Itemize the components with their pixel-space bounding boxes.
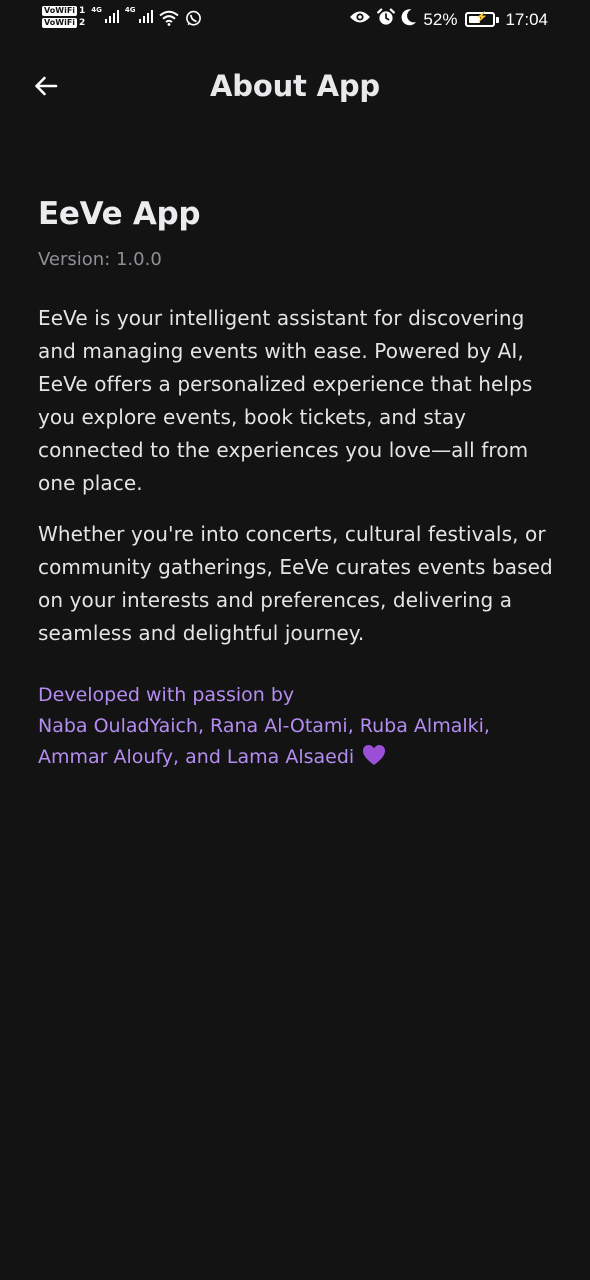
battery-percent: 52% — [423, 9, 458, 29]
battery-tip — [496, 16, 500, 23]
moon-icon — [401, 8, 417, 31]
app-name: EeVe App — [38, 196, 201, 232]
sim-number: 2 — [79, 18, 86, 28]
sim-2: VoWiFi 2 — [42, 18, 85, 28]
description-paragraph-1: EeVe is your intelligent assistant for d… — [38, 306, 533, 495]
clock-time: 17:04 — [505, 9, 548, 29]
app-bar: About App — [0, 60, 590, 116]
network-type: 4G — [91, 6, 102, 14]
wifi-icon — [158, 10, 179, 30]
purple-heart-icon — [362, 744, 386, 776]
description-paragraph-2: Whether you're into concerts, cultural f… — [38, 522, 553, 645]
credits-intro: Developed with passion by — [38, 684, 295, 706]
eye-icon — [349, 9, 371, 30]
status-bar-left: VoWiFi 1 VoWiFi 2 4G 4G — [42, 6, 202, 31]
alarm-icon — [377, 8, 396, 31]
credits-names-1: Naba OuladYaich, Rana Al-Otami, Ruba Alm… — [38, 715, 490, 737]
status-bar: VoWiFi 1 VoWiFi 2 4G 4G 52% ⚡ 17:04 — [0, 0, 590, 40]
app-version: Version: 1.0.0 — [38, 249, 162, 270]
signal-strength-icon: 4G — [91, 6, 119, 23]
signal-strength-icon: 4G — [125, 6, 153, 23]
charging-bolt-icon: ⚡ — [475, 12, 488, 23]
whatsapp-icon — [185, 10, 202, 31]
network-type: 4G — [124, 6, 136, 14]
vowifi-badge: VoWiFi — [42, 6, 78, 16]
vowifi-badge: VoWiFi — [42, 18, 78, 28]
credits-names-2: Ammar Aloufy, and Lama Alsaedi — [38, 746, 355, 768]
sim-number: 1 — [79, 6, 86, 16]
status-bar-right: 52% ⚡ 17:04 — [349, 8, 548, 31]
page-title: About App — [210, 69, 380, 103]
credits-names-2-row: Ammar Aloufy, and Lama Alsaedi — [38, 742, 558, 776]
battery-icon: ⚡ — [465, 12, 496, 27]
about-content: EeVe App Version: 1.0.0 EeVe is your int… — [38, 192, 558, 776]
developer-credits: Developed with passion by Naba OuladYaic… — [38, 680, 558, 776]
sim-indicators: VoWiFi 1 VoWiFi 2 — [42, 6, 85, 28]
sim-1: VoWiFi 1 — [42, 6, 85, 16]
